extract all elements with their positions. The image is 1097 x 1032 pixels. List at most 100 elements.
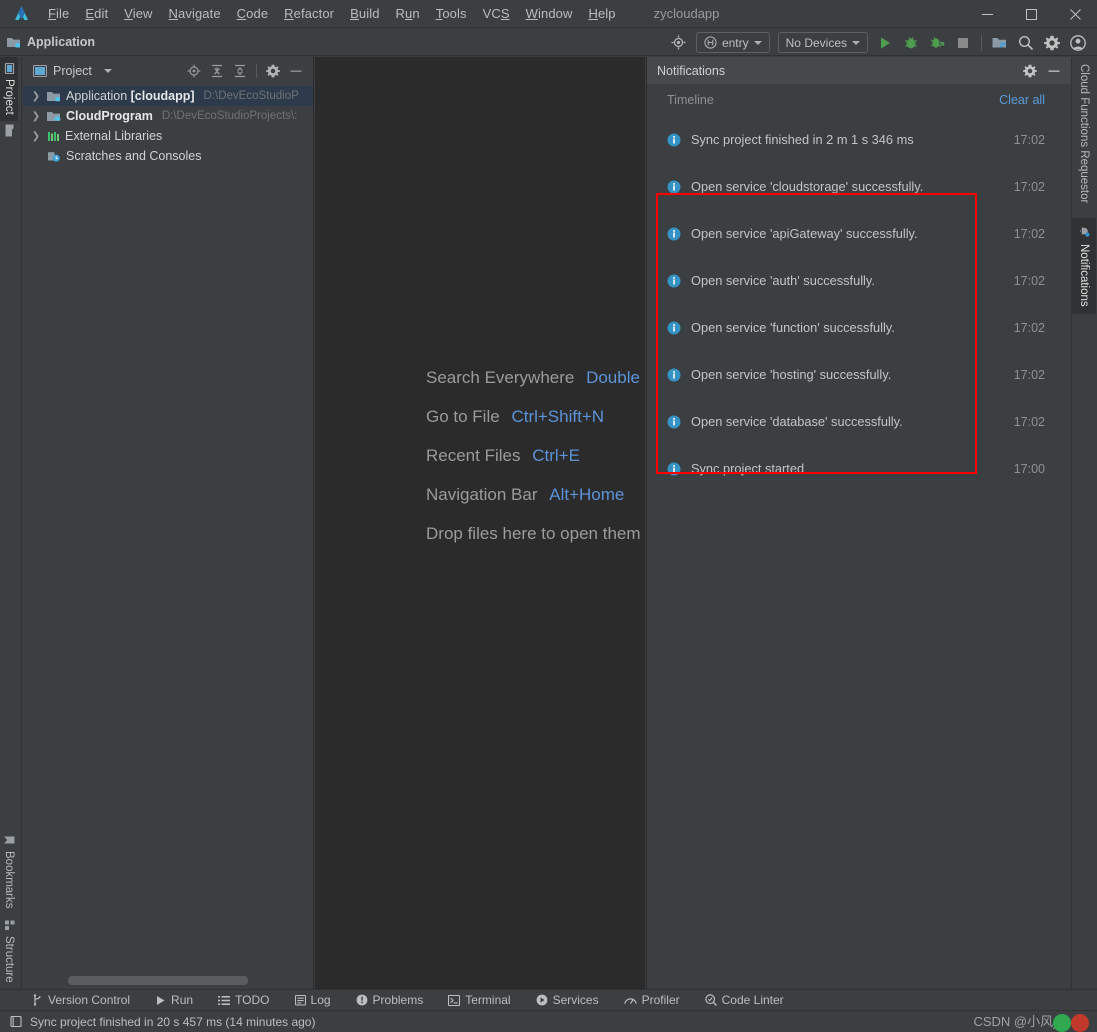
user-account-icon[interactable] <box>1065 31 1091 54</box>
device-target-icon[interactable] <box>666 31 692 54</box>
menu-item-code[interactable]: Code <box>229 3 277 24</box>
tree-node-application[interactable]: ❯ Application [cloudapp] D:\DevEcoStudio… <box>23 86 313 106</box>
gear-icon[interactable] <box>262 60 284 82</box>
deveco-studio-logo-icon <box>8 0 34 28</box>
chevron-right-icon[interactable]: ❯ <box>29 91 43 102</box>
search-icon[interactable] <box>1013 31 1039 54</box>
notification-item[interactable]: Sync project started 17:00 <box>647 445 1071 492</box>
notification-item[interactable]: Open service 'function' successfully. 17… <box>647 304 1071 351</box>
menu-item-navigate[interactable]: Navigate <box>161 3 229 24</box>
notifications-body: Timeline Clear all Sync project finished… <box>647 84 1071 989</box>
run-config-label: entry <box>721 35 749 50</box>
menu-item-vcs[interactable]: VCS <box>475 3 518 24</box>
tree-node-cloudprogram[interactable]: ❯ CloudProgram D:\DevEcoStudioProjects\: <box>23 106 313 126</box>
maximize-button[interactable] <box>1009 0 1053 28</box>
notifications-tool-window: Notifications Timeline Clear all Sync pr… <box>646 57 1071 989</box>
tool-button-version-control[interactable]: Version Control <box>28 991 134 1009</box>
profiler-icon <box>623 995 637 1006</box>
sidebar-item-folder[interactable] <box>0 121 19 142</box>
log-icon <box>294 994 306 1006</box>
tree-node-path: D:\DevEcoStudioProjects\: <box>161 110 298 122</box>
clear-all-button[interactable]: Clear all <box>999 93 1045 107</box>
chevron-down-icon <box>753 40 762 45</box>
tree-node-external-libraries[interactable]: ❯ External Libraries <box>23 126 313 146</box>
tool-button-profiler[interactable]: Profiler <box>620 991 684 1009</box>
menu-item-view[interactable]: View <box>116 3 160 24</box>
tool-button-problems[interactable]: Problems <box>352 991 428 1009</box>
menu-item-file[interactable]: FFileile <box>40 3 77 24</box>
tool-button-todo[interactable]: TODO <box>214 991 273 1009</box>
sidebar-item-project[interactable]: Project <box>0 57 18 121</box>
tool-button-services[interactable]: Services <box>532 991 603 1009</box>
branch-icon <box>32 994 43 1006</box>
gear-icon[interactable] <box>1019 60 1041 82</box>
run-with-profiler-button[interactable] <box>924 31 950 54</box>
sidebar-item-structure[interactable]: Structure <box>0 914 18 989</box>
notification-item[interactable]: Open service 'database' successfully. 17… <box>647 398 1071 445</box>
hide-panel-icon[interactable] <box>285 60 307 82</box>
tree-node-bracket: [cloudapp] <box>130 89 195 103</box>
sidebar-item-bookmarks[interactable]: Bookmarks <box>0 828 18 915</box>
tool-button-run[interactable]: Run <box>151 991 197 1009</box>
menu-item-window[interactable]: Window <box>518 3 581 24</box>
chevron-right-icon[interactable]: ❯ <box>29 131 43 142</box>
cloud-module-icon <box>47 110 62 123</box>
notification-item[interactable]: Sync project finished in 2 m 1 s 346 ms … <box>647 116 1071 163</box>
stop-button[interactable] <box>950 31 976 54</box>
info-icon <box>667 180 681 194</box>
drop-files-hint: Drop files here to open them <box>426 524 641 543</box>
status-message-icon[interactable] <box>10 1015 23 1028</box>
tool-button-code-linter[interactable]: Code Linter <box>701 991 788 1009</box>
gear-icon[interactable] <box>1039 31 1065 54</box>
breadcrumb-label: Application <box>27 35 96 49</box>
notification-text: Open service 'apiGateway' successfully. <box>691 226 918 241</box>
tree-node-scratches-and-consoles[interactable]: Scratches and Consoles <box>23 146 313 166</box>
sidebar-item-cloud-functions-requestor[interactable]: Cloud Functions Requestor <box>1072 57 1096 210</box>
tool-button-label: Problems <box>372 993 424 1007</box>
navigation-toolbar: Application entry No Devices <box>0 29 1097 56</box>
breadcrumb[interactable]: Application <box>7 35 95 49</box>
minimize-button[interactable] <box>965 0 1009 28</box>
menu-item-tools[interactable]: Tools <box>428 3 475 24</box>
notification-text: Open service 'hosting' successfully. <box>691 367 892 382</box>
project-panel-title: Project <box>53 63 92 78</box>
chevron-right-icon[interactable]: ❯ <box>29 111 43 122</box>
locate-in-tree-icon[interactable] <box>183 60 205 82</box>
menu-item-help[interactable]: Help <box>580 3 623 24</box>
project-view-icon <box>33 64 47 77</box>
deveco-studio-window: FFileile Edit View Navigate Code Refacto… <box>0 0 1097 1032</box>
project-hscrollbar-thumb[interactable] <box>68 976 248 985</box>
close-button[interactable] <box>1053 0 1097 28</box>
tool-button-log[interactable]: Log <box>291 991 335 1009</box>
notification-item[interactable]: Open service 'cloudstorage' successfully… <box>647 163 1071 210</box>
sidebar-item-notifications[interactable]: Notifications <box>1072 218 1096 314</box>
expand-all-icon[interactable] <box>206 60 228 82</box>
hide-panel-icon[interactable] <box>1043 60 1065 82</box>
notification-text: Sync project started <box>691 461 805 476</box>
tool-button-terminal[interactable]: Terminal <box>444 991 514 1009</box>
device-selector[interactable]: No Devices <box>777 32 868 53</box>
module-folder-icon <box>47 90 62 103</box>
notifications-timeline-row: Timeline Clear all <box>647 84 1071 116</box>
debug-button[interactable] <box>898 31 924 54</box>
tool-button-label: Services <box>552 993 599 1007</box>
notification-time: 17:02 <box>1013 320 1045 335</box>
tree-node-label: Scratches and Consoles <box>66 149 202 163</box>
menu-item-build[interactable]: Build <box>342 3 387 24</box>
project-structure-button[interactable] <box>987 31 1013 54</box>
chevron-down-icon[interactable] <box>103 68 112 73</box>
menu-item-refactor[interactable]: Refactor <box>276 3 342 24</box>
notification-time: 17:02 <box>1013 273 1045 288</box>
collapse-all-icon[interactable] <box>229 60 251 82</box>
run-configuration-selector[interactable]: entry <box>695 32 770 53</box>
project-panel-toolbar <box>183 60 313 82</box>
sidebar-item-label: Bookmarks <box>3 850 15 909</box>
run-button[interactable] <box>872 31 898 54</box>
notification-item[interactable]: Open service 'auth' successfully. 17:02 <box>647 257 1071 304</box>
tool-button-label: Log <box>310 993 331 1007</box>
notification-item[interactable]: Open service 'hosting' successfully. 17:… <box>647 351 1071 398</box>
watermark: CSDN @小风_S <box>973 1011 1091 1032</box>
menu-item-edit[interactable]: Edit <box>77 3 116 24</box>
notification-item[interactable]: Open service 'apiGateway' successfully. … <box>647 210 1071 257</box>
menu-item-run[interactable]: Run <box>388 3 428 24</box>
